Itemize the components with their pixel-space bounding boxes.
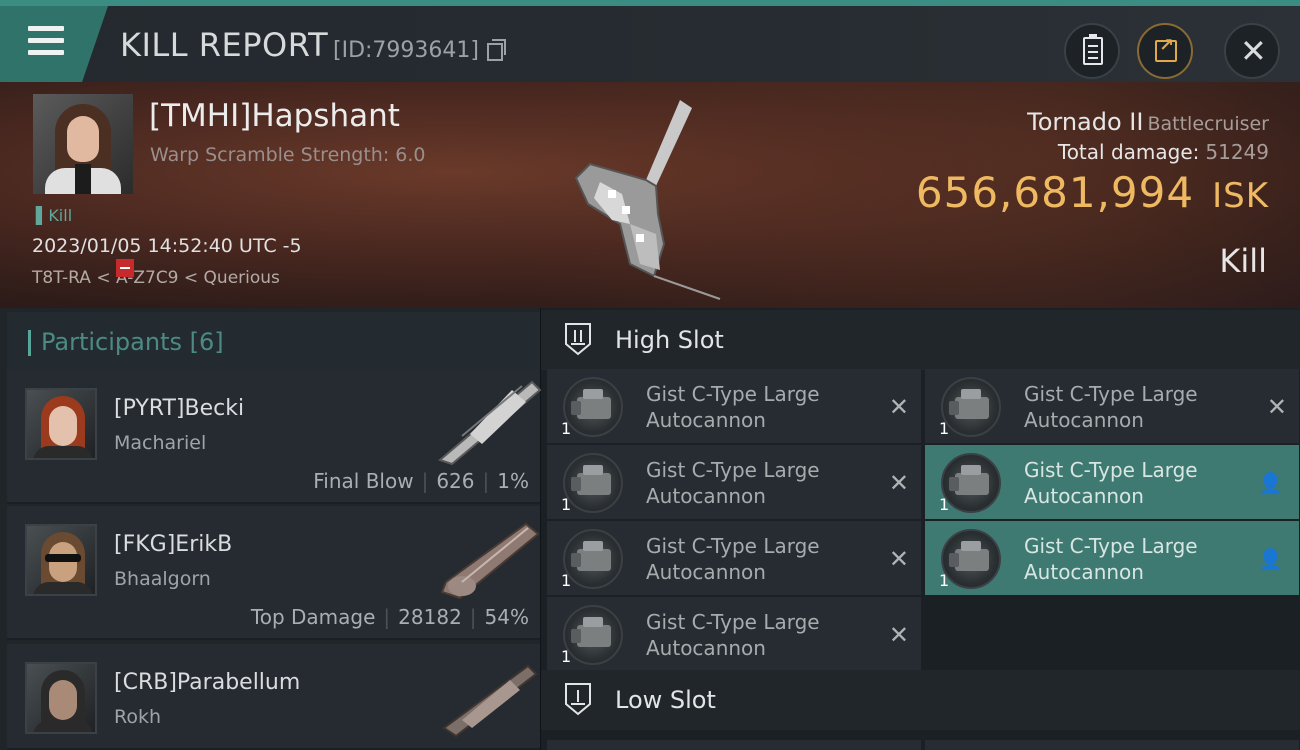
report-id: [ID:7993641]: [333, 38, 479, 63]
autocannon-icon: [563, 453, 623, 513]
autocannon-icon: [563, 529, 623, 589]
participants-header[interactable]: Participants [6]: [7, 312, 540, 374]
module-quantity: 1: [561, 571, 572, 590]
close-icon: ✕: [1240, 32, 1267, 70]
low-slot-header[interactable]: Low Slot: [541, 670, 1300, 730]
share-icon: [1155, 35, 1177, 62]
low-slot-label: Low Slot: [615, 686, 716, 714]
autocannon-icon: [563, 377, 623, 437]
victim-name[interactable]: [TMHI]Hapshant: [149, 98, 400, 134]
kill-location[interactable]: T8T-RA < A-Z7C9 < Querious: [32, 268, 280, 288]
autocannon-icon: [941, 453, 1001, 513]
participant-stats: Final Blow | 626 | 1%: [313, 469, 529, 493]
plus-icon: [95, 594, 97, 596]
module-quantity: 1: [561, 647, 572, 666]
report-type: Kill: [1219, 242, 1267, 280]
participant-ship: Machariel: [114, 432, 207, 454]
module-name: Gist C-Type Large Autocannon: [1024, 534, 1198, 584]
low-slot-module-partial[interactable]: [925, 740, 1299, 750]
participant-name: [FKG]ErikB: [114, 532, 233, 557]
autocannon-icon: [941, 529, 1001, 589]
participant-ship-icon: [437, 380, 542, 466]
warp-scramble-strength: Warp Scramble Strength: 6.0: [150, 144, 426, 166]
module-quantity: 1: [939, 495, 950, 514]
clipboard-icon: [1083, 34, 1103, 65]
menu-icon[interactable]: [28, 26, 64, 56]
remove-icon[interactable]: ✕: [889, 469, 909, 497]
person-icon[interactable]: 👤: [1258, 471, 1283, 495]
participant-ship-icon: [442, 664, 538, 738]
participant-stats: Top Damage | 28182 | 54%: [250, 605, 529, 629]
module-item[interactable]: 1 Gist C-Type Large Autocannon ✕: [547, 521, 921, 595]
standing-negative-icon: [116, 259, 134, 277]
star-icon: [95, 458, 97, 460]
victim-ship-name[interactable]: Tornado II Battlecruiser: [1027, 108, 1269, 136]
victim-banner: [TMHI]Hapshant Warp Scramble Strength: 6…: [0, 82, 1300, 308]
module-name: Gist C-Type Large Autocannon: [646, 382, 820, 432]
participant-ship: Bhaalgorn: [114, 568, 211, 590]
person-icon[interactable]: 👤: [1258, 547, 1283, 571]
participant-row[interactable]: [PYRT]Becki Machariel Final Blow|626|1%: [7, 370, 542, 504]
low-slot-module-partial[interactable]: [547, 740, 921, 750]
module-name: Gist C-Type Large Autocannon: [1024, 382, 1198, 432]
close-button[interactable]: ✕: [1224, 23, 1280, 79]
module-quantity: 1: [561, 495, 572, 514]
module-item-selected[interactable]: 1 Gist C-Type Large Autocannon 👤: [925, 445, 1299, 519]
module-name: Gist C-Type Large Autocannon: [646, 610, 820, 660]
participant-ship: Rokh: [114, 706, 162, 728]
avatar: [25, 388, 97, 460]
remove-icon[interactable]: ✕: [889, 545, 909, 573]
high-slot-label: High Slot: [615, 326, 724, 354]
page-title: KILL REPORT: [120, 26, 329, 64]
copy-icon[interactable]: [487, 39, 506, 61]
kill-timestamp: 2023/01/05 14:52:40 UTC -5: [32, 235, 302, 257]
module-item[interactable]: 1 Gist C-Type Large Autocannon ✕: [547, 597, 921, 671]
sunglasses: [45, 554, 81, 562]
high-slot-icon: [565, 323, 591, 356]
participant-name: [PYRT]Becki: [114, 396, 245, 421]
victim-ship-image[interactable]: [560, 94, 740, 304]
module-name: Gist C-Type Large Autocannon: [646, 534, 820, 584]
fitting-panel: High Slot 1 Gist C-Type Large Autocannon …: [541, 308, 1300, 750]
remove-icon[interactable]: ✕: [1267, 393, 1287, 421]
remove-icon[interactable]: ✕: [889, 621, 909, 649]
kill-tag: ▌Kill: [36, 206, 73, 225]
isk-value: 656,681,994 ISK: [915, 168, 1269, 217]
participants-panel: Participants [6] [PYRT]Becki Machariel F…: [0, 308, 542, 750]
module-quantity: 1: [561, 419, 572, 438]
module-item[interactable]: 1 Gist C-Type Large Autocannon ✕: [547, 445, 921, 519]
avatar: [25, 524, 97, 596]
total-damage: Total damage: 51249: [1057, 140, 1269, 164]
module-quantity: 1: [939, 571, 950, 590]
module-name: Gist C-Type Large Autocannon: [646, 458, 820, 508]
share-button[interactable]: [1137, 23, 1193, 79]
low-slot-icon: [565, 683, 591, 716]
participant-ship-icon: [440, 522, 540, 600]
module-item[interactable]: 1 Gist C-Type Large Autocannon ✕: [925, 369, 1299, 443]
module-item[interactable]: 1 Gist C-Type Large Autocannon ✕: [547, 369, 921, 443]
remove-icon[interactable]: ✕: [889, 393, 909, 421]
victim-portrait[interactable]: [33, 94, 133, 194]
participant-row[interactable]: [CRB]Parabellum Rokh: [7, 644, 540, 750]
plus-icon: [95, 732, 97, 734]
high-slot-header[interactable]: High Slot: [541, 310, 1300, 370]
autocannon-icon: [563, 605, 623, 665]
participant-name: [CRB]Parabellum: [114, 670, 301, 695]
clipboard-button[interactable]: [1064, 23, 1120, 79]
participant-row[interactable]: [FKG]ErikB Bhaalgorn Top Damage|28182|54…: [7, 506, 540, 640]
header-bar: KILL REPORT [ID:7993641] ✕: [0, 0, 1300, 82]
avatar: [25, 662, 97, 734]
module-name: Gist C-Type Large Autocannon: [1024, 458, 1198, 508]
autocannon-icon: [941, 377, 1001, 437]
module-item-selected[interactable]: 1 Gist C-Type Large Autocannon 👤: [925, 521, 1299, 595]
module-quantity: 1: [939, 419, 950, 438]
